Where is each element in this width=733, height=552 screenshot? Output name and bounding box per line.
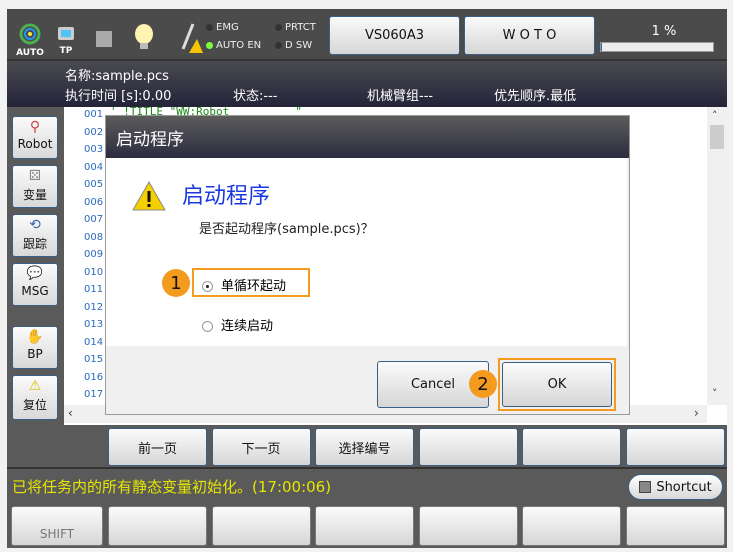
led-d-sw: D SW — [275, 40, 312, 51]
function-key-2[interactable]: 下一页 — [211, 428, 311, 466]
exec-time: 执行时间 [s]:0.00 — [65, 89, 172, 104]
radio-selected-icon[interactable] — [202, 281, 213, 292]
wrench-warning-icon[interactable] — [175, 21, 203, 55]
status-bar: 已将任务内的所有静态变量初始化。(17:00:06) Shortcut — [7, 470, 727, 504]
radio-continuous[interactable]: 连续启动 — [202, 315, 273, 334]
tp-icon[interactable]: TP — [53, 23, 79, 56]
speed-label: 1 % — [651, 24, 677, 39]
line-number: 014 — [84, 336, 104, 348]
line-number: 004 — [84, 161, 104, 173]
dialog-heading: 启动程序 — [182, 184, 271, 209]
top-bar: AUTO TP EMG PRTCT AUTO EN D SW VS060A3 W… — [7, 9, 727, 61]
bottom-key-7[interactable] — [625, 506, 725, 546]
start-program-dialog: 启动程序 启动程序 是否起动程序(sample.pcs)？ 1 单循环起动 连续… — [105, 115, 630, 415]
function-key-row: 前一页 下一页 选择编号 — [7, 425, 727, 469]
lightbulb-icon[interactable] — [133, 23, 155, 53]
function-key-6[interactable] — [625, 428, 725, 466]
warning-icon: ⚠ — [28, 378, 42, 394]
line-number: 006 — [84, 196, 104, 208]
line-number: 005 — [84, 179, 104, 190]
auto-label: AUTO — [16, 48, 44, 58]
program-state: 状态:--- — [233, 89, 278, 104]
step-1-badge: 1 — [162, 269, 190, 297]
sidebar-item-robot[interactable]: ⚲ Robot — [12, 116, 58, 159]
line-number: 010 — [84, 266, 104, 278]
scroll-right-icon[interactable]: › — [694, 406, 699, 420]
sidebar-item-variable[interactable]: ⚄ 变量 — [12, 165, 58, 208]
ok-button[interactable]: OK — [502, 362, 612, 407]
robot-arm-icon: ⚲ — [29, 119, 41, 135]
function-key-5[interactable] — [522, 428, 621, 466]
scroll-down-icon[interactable]: ˅ — [712, 387, 718, 400]
auto-mode-icon[interactable]: AUTO — [15, 23, 45, 58]
line-number: 017 — [84, 389, 104, 400]
led-emg: EMG — [206, 22, 239, 33]
led-prtct: PRTCT — [275, 22, 316, 33]
function-key-1[interactable]: 前一页 — [108, 428, 207, 466]
line-number: 012 — [84, 301, 104, 313]
scroll-thumb[interactable] — [710, 125, 724, 149]
warning-icon — [132, 180, 166, 211]
line-number: 013 — [84, 319, 104, 330]
stop-square-icon[interactable] — [96, 31, 112, 47]
line-number: 009 — [84, 249, 104, 260]
dice-icon: ⚄ — [28, 168, 42, 184]
message-icon: 💬 — [26, 266, 44, 281]
line-number: 016 — [84, 371, 104, 383]
radio-unselected-icon[interactable] — [202, 321, 213, 332]
speed-bar[interactable] — [600, 42, 714, 52]
scroll-up-icon[interactable]: ˄ — [712, 109, 718, 122]
dialog-title: 启动程序 — [106, 116, 629, 158]
status-message: 已将任务内的所有静态变量初始化。(17:00:06) — [12, 478, 332, 496]
led-auto-en: AUTO EN — [206, 40, 261, 51]
sidebar-item-trace[interactable]: ⟲ 跟踪 — [12, 214, 58, 257]
line-number: 015 — [84, 354, 104, 365]
dialog-body: 启动程序 是否起动程序(sample.pcs)？ 1 单循环起动 连续启动 — [106, 158, 627, 346]
function-key-3[interactable]: 选择编号 — [315, 428, 414, 466]
line-number: 007 — [84, 214, 104, 225]
woto-button[interactable]: W O T O — [464, 16, 595, 55]
line-number: 002 — [84, 126, 104, 138]
vertical-scrollbar[interactable]: ˄ ˅ — [707, 107, 727, 405]
bottom-key-6[interactable] — [522, 506, 621, 546]
shortcut-button[interactable]: Shortcut — [628, 474, 723, 500]
bottom-key-3[interactable] — [211, 506, 311, 546]
line-number: 001 — [84, 109, 104, 120]
bottom-key-2[interactable] — [108, 506, 207, 546]
sidebar-item-bp[interactable]: ✋ BP — [12, 326, 58, 369]
bottom-key-5[interactable] — [418, 506, 518, 546]
sidebar: ⚲ Robot ⚄ 变量 ⟲ 跟踪 💬 MSG ✋ BP ⚠ 复位 — [7, 107, 64, 425]
program-name: 名称:sample.pcs — [65, 69, 169, 84]
program-info-header: 名称:sample.pcs 执行时间 [s]:0.00 状态:--- 机械臂组-… — [7, 61, 727, 107]
function-key-4[interactable] — [418, 428, 518, 466]
sidebar-item-msg[interactable]: 💬 MSG — [12, 263, 58, 306]
bottom-key-4[interactable] — [315, 506, 414, 546]
step-2-badge: 2 — [469, 370, 497, 398]
line-number: 008 — [84, 231, 104, 243]
line-number: 003 — [84, 144, 104, 155]
dialog-message: 是否起动程序(sample.pcs)？ — [199, 222, 374, 237]
priority: 优先顺序.最低 — [494, 89, 577, 104]
arm-group: 机械臂组--- — [367, 89, 434, 104]
shortcut-icon — [639, 481, 652, 493]
hand-icon: ✋ — [26, 329, 44, 345]
sidebar-item-reset[interactable]: ⚠ 复位 — [12, 375, 58, 420]
radio-single-cycle[interactable]: 单循环起动 — [202, 275, 286, 294]
trace-icon: ⟲ — [29, 217, 41, 233]
shift-key[interactable]: SHIFT — [11, 506, 103, 546]
line-number: 011 — [84, 284, 104, 295]
robot-model-button[interactable]: VS060A3 — [329, 16, 460, 55]
scroll-left-icon[interactable]: ‹ — [68, 406, 73, 420]
tp-label: TP — [59, 46, 73, 56]
bottom-key-row: SHIFT — [7, 504, 727, 548]
